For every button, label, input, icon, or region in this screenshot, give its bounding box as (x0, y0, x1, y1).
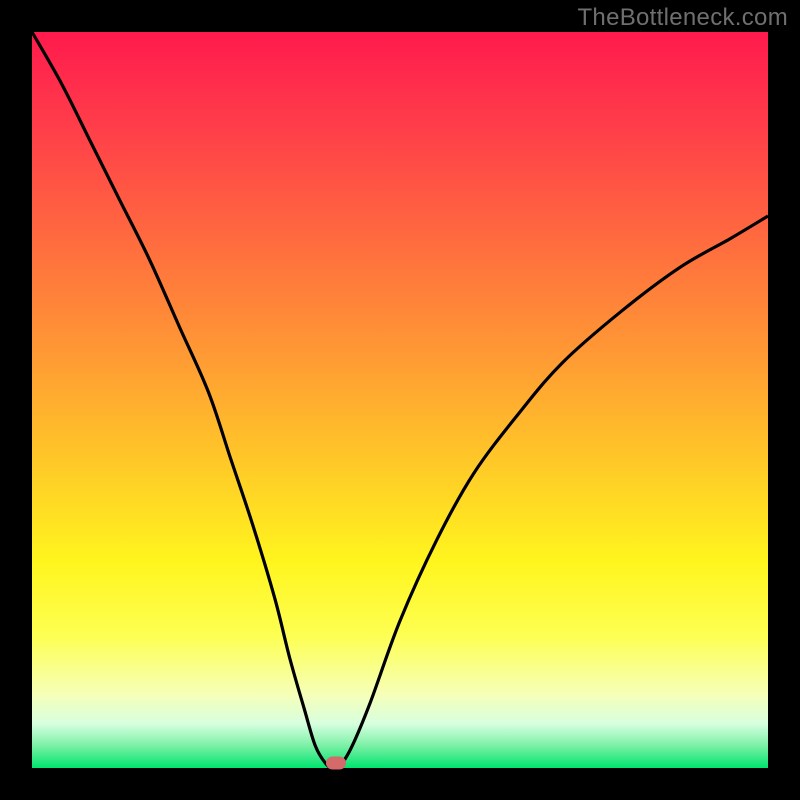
watermark-text: TheBottleneck.com (577, 4, 788, 32)
curve-line (32, 32, 768, 768)
bottleneck-curve (32, 32, 768, 768)
chart-frame: TheBottleneck.com (0, 0, 800, 800)
optimal-point-marker (326, 756, 346, 769)
plot-area (32, 32, 768, 768)
